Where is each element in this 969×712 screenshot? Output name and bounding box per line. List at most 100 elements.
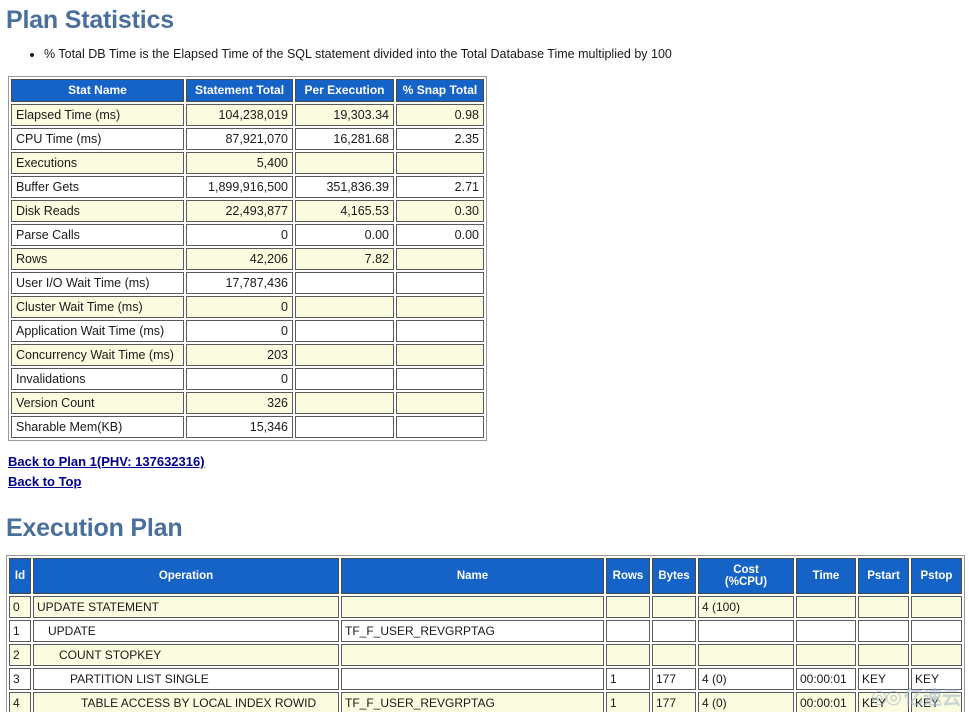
plan-statistics-title: Plan Statistics — [6, 6, 174, 34]
table-row: Cluster Wait Time (ms) 0 — [11, 296, 484, 318]
plan-cost-cell: 4 (0) — [698, 692, 794, 712]
plan-bytes-cell: 177 — [652, 692, 696, 712]
statement-total-cell: 203 — [186, 344, 293, 366]
plan-operation-cell: COUNT STOPKEY — [33, 644, 339, 666]
plan-id-cell: 2 — [9, 644, 31, 666]
plan-rows-cell — [606, 596, 650, 618]
snap-total-cell — [396, 344, 484, 366]
plan-cost-cell: 4 (100) — [698, 596, 794, 618]
per-execution-cell — [295, 344, 394, 366]
per-execution-cell: 0.00 — [295, 224, 394, 246]
snap-total-cell — [396, 152, 484, 174]
back-to-plan-1-link[interactable]: Back to Plan 1(PHV: 137632316) — [8, 452, 969, 472]
table-row: 1 UPDATE TF_F_USER_REVGRPTAG — [9, 620, 962, 642]
plan-rows-cell — [606, 644, 650, 666]
column-header-operation: Operation — [33, 558, 339, 594]
statement-total-cell: 15,346 — [186, 416, 293, 438]
table-row: Disk Reads 22,493,877 4,165.53 0.30 — [11, 200, 484, 222]
per-execution-cell — [295, 416, 394, 438]
plan-rows-cell — [606, 620, 650, 642]
statement-total-cell: 0 — [186, 296, 293, 318]
stat-name-cell: Buffer Gets — [11, 176, 184, 198]
statement-total-cell: 22,493,877 — [186, 200, 293, 222]
statement-total-cell: 5,400 — [186, 152, 293, 174]
table-row: 4 TABLE ACCESS BY LOCAL INDEX ROWID TF_F_U… — [9, 692, 962, 712]
plan-id-cell: 1 — [9, 620, 31, 642]
plan-bytes-cell: 177 — [652, 668, 696, 690]
plan-id-cell: 4 — [9, 692, 31, 712]
plan-statistics-notes: % Total DB Time is the Elapsed Time of t… — [0, 47, 969, 62]
execution-plan-table-wrap: Id Operation Name Rows Bytes Cost (%CPU)… — [6, 555, 969, 712]
page-root: Plan Statistics % Total DB Time is the E… — [0, 0, 969, 712]
per-execution-cell: 351,836.39 — [295, 176, 394, 198]
statement-total-cell: 0 — [186, 224, 293, 246]
stat-name-cell: Cluster Wait Time (ms) — [11, 296, 184, 318]
plan-pstop-cell — [911, 620, 962, 642]
plan-time-cell — [796, 596, 856, 618]
snap-total-cell — [396, 248, 484, 270]
plan-operation-cell: UPDATE — [33, 620, 339, 642]
column-header-snap-total: % Snap Total — [396, 79, 484, 102]
column-header-time: Time — [796, 558, 856, 594]
column-header-cost: Cost (%CPU) — [698, 558, 794, 594]
plan-bytes-cell — [652, 620, 696, 642]
per-execution-cell: 19,303.34 — [295, 104, 394, 126]
snap-total-cell: 2.35 — [396, 128, 484, 150]
table-row: User I/O Wait Time (ms) 17,787,436 — [11, 272, 484, 294]
plan-name-cell: TF_F_USER_REVGRPTAG — [341, 620, 604, 642]
note-item: % Total DB Time is the Elapsed Time of t… — [44, 47, 969, 62]
per-execution-cell — [295, 320, 394, 342]
per-execution-cell — [295, 272, 394, 294]
per-execution-cell: 7.82 — [295, 248, 394, 270]
plan-operation-cell: TABLE ACCESS BY LOCAL INDEX ROWID — [33, 692, 339, 712]
plan-pstop-cell: KEY — [911, 668, 962, 690]
column-header-name: Name — [341, 558, 604, 594]
stat-name-cell: Elapsed Time (ms) — [11, 104, 184, 126]
plan-operation-cell: UPDATE STATEMENT — [33, 596, 339, 618]
stat-name-cell: Executions — [11, 152, 184, 174]
stat-name-cell: CPU Time (ms) — [11, 128, 184, 150]
plan-statistics-table: Stat Name Statement Total Per Execution … — [8, 76, 487, 441]
statement-total-cell: 326 — [186, 392, 293, 414]
table-header-row: Id Operation Name Rows Bytes Cost (%CPU)… — [9, 558, 962, 594]
execution-plan-table: Id Operation Name Rows Bytes Cost (%CPU)… — [6, 555, 965, 712]
column-header-stat-name: Stat Name — [11, 79, 184, 102]
plan-name-cell: TF_F_USER_REVGRPTAG — [341, 692, 604, 712]
stat-name-cell: Version Count — [11, 392, 184, 414]
statement-total-cell: 104,238,019 — [186, 104, 293, 126]
per-execution-cell — [295, 152, 394, 174]
table-row: 0 UPDATE STATEMENT 4 (100) — [9, 596, 962, 618]
table-row: Executions 5,400 — [11, 152, 484, 174]
stat-name-cell: Invalidations — [11, 368, 184, 390]
statement-total-cell: 0 — [186, 320, 293, 342]
execution-plan-title: Execution Plan — [6, 514, 183, 542]
snap-total-cell: 0.00 — [396, 224, 484, 246]
statement-total-cell: 0 — [186, 368, 293, 390]
snap-total-cell — [396, 320, 484, 342]
plan-pstart-cell: KEY — [858, 692, 909, 712]
snap-total-cell — [396, 368, 484, 390]
plan-rows-cell: 1 — [606, 692, 650, 712]
column-header-id: Id — [9, 558, 31, 594]
snap-total-cell — [396, 416, 484, 438]
snap-total-cell: 0.98 — [396, 104, 484, 126]
table-header-row: Stat Name Statement Total Per Execution … — [11, 79, 484, 102]
stat-name-cell: Disk Reads — [11, 200, 184, 222]
stat-name-cell: Rows — [11, 248, 184, 270]
plan-cost-cell — [698, 644, 794, 666]
table-row: Sharable Mem(KB) 15,346 — [11, 416, 484, 438]
column-header-per-execution: Per Execution — [295, 79, 394, 102]
plan-time-cell — [796, 620, 856, 642]
snap-total-cell — [396, 392, 484, 414]
back-to-top-link[interactable]: Back to Top — [8, 472, 969, 492]
stat-name-cell: Parse Calls — [11, 224, 184, 246]
column-header-pstart: Pstart — [858, 558, 909, 594]
table-row: Parse Calls 0 0.00 0.00 — [11, 224, 484, 246]
plan-time-cell — [796, 644, 856, 666]
snap-total-cell — [396, 272, 484, 294]
plan-pstart-cell — [858, 644, 909, 666]
cost-header-line2: (%CPU) — [724, 576, 768, 588]
statement-total-cell: 87,921,070 — [186, 128, 293, 150]
table-row: Concurrency Wait Time (ms) 203 — [11, 344, 484, 366]
stat-name-cell: Concurrency Wait Time (ms) — [11, 344, 184, 366]
